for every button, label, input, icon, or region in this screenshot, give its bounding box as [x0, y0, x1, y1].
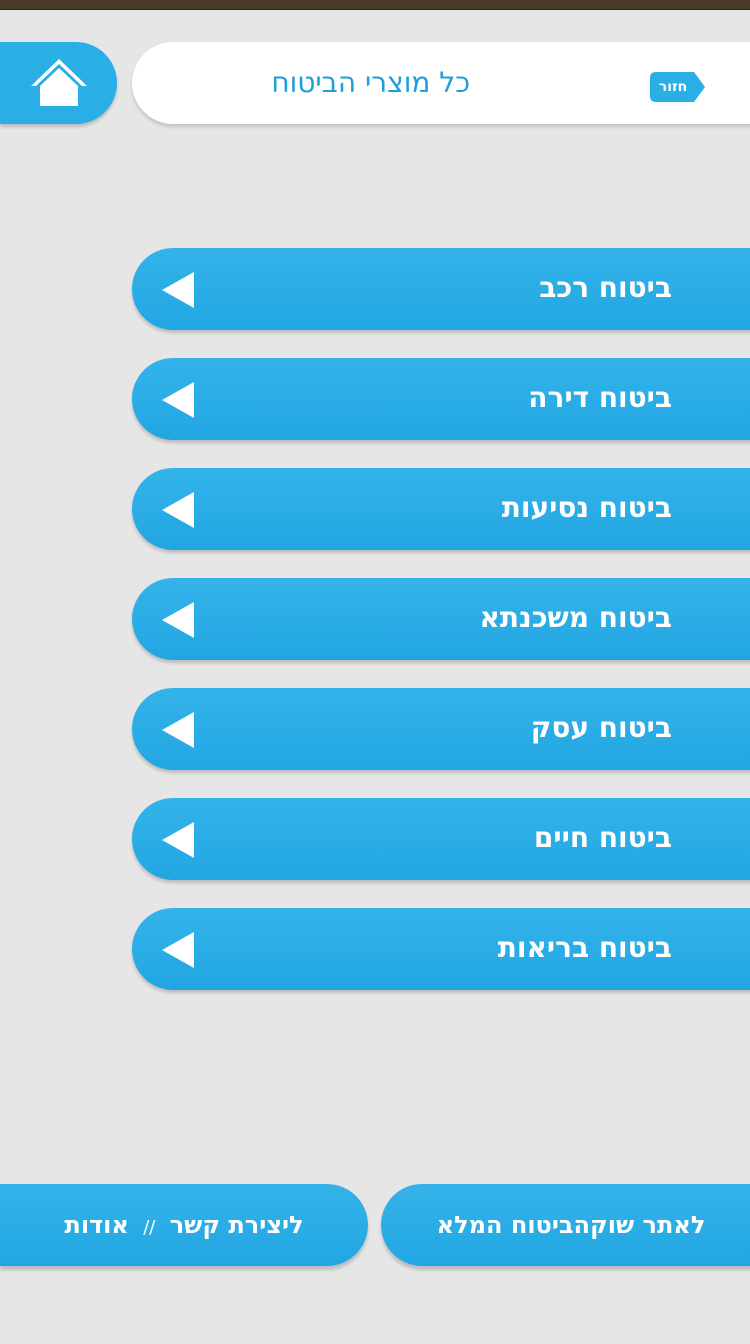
back-label: חזור [658, 79, 688, 95]
home-button[interactable] [0, 42, 117, 124]
menu-item-car-insurance[interactable]: ביטוח רכב [132, 248, 750, 330]
menu-item-label: ביטוח בריאות [497, 931, 672, 964]
menu-item-health-insurance[interactable]: ביטוח בריאות [132, 908, 750, 990]
menu-item-home-insurance[interactable]: ביטוח דירה [132, 358, 750, 440]
menu-item-mortgage-insurance[interactable]: ביטוח משכנתא [132, 578, 750, 660]
left-triangle-icon [162, 822, 194, 858]
page-title-text: כל מוצרי הביטוח [271, 66, 470, 99]
back-button[interactable]: חזור [650, 72, 706, 102]
contact-about-button[interactable]: ליצירת קשר // אודות [0, 1184, 368, 1266]
menu-item-label: ביטוח חיים [533, 821, 672, 854]
left-triangle-icon [162, 932, 194, 968]
menu-item-travel-insurance[interactable]: ביטוח נסיעות [132, 468, 750, 550]
contact-link[interactable]: ליצירת קשר [170, 1211, 304, 1239]
full-site-label: לאתר שוקהביטוח המלא [436, 1211, 706, 1239]
left-triangle-icon [162, 382, 194, 418]
menu-item-label: ביטוח נסיעות [501, 491, 672, 524]
separator: // [143, 1217, 156, 1238]
home-icon [31, 59, 87, 106]
left-triangle-icon [162, 492, 194, 528]
menu-item-label: ביטוח דירה [528, 381, 672, 414]
about-link[interactable]: אודות [64, 1211, 128, 1239]
page-title: כל מוצרי הביטוח [132, 42, 482, 124]
menu-item-label: ביטוח רכב [539, 271, 672, 304]
menu-item-business-insurance[interactable]: ביטוח עסק [132, 688, 750, 770]
top-status-strip [0, 0, 750, 10]
menu-item-label: ביטוח משכנתא [479, 601, 673, 634]
left-triangle-icon [162, 602, 194, 638]
left-triangle-icon [162, 272, 194, 308]
menu-item-label: ביטוח עסק [530, 711, 672, 744]
menu-item-life-insurance[interactable]: ביטוח חיים [132, 798, 750, 880]
left-triangle-icon [162, 712, 194, 748]
full-site-button[interactable]: לאתר שוקהביטוח המלא [381, 1184, 750, 1266]
